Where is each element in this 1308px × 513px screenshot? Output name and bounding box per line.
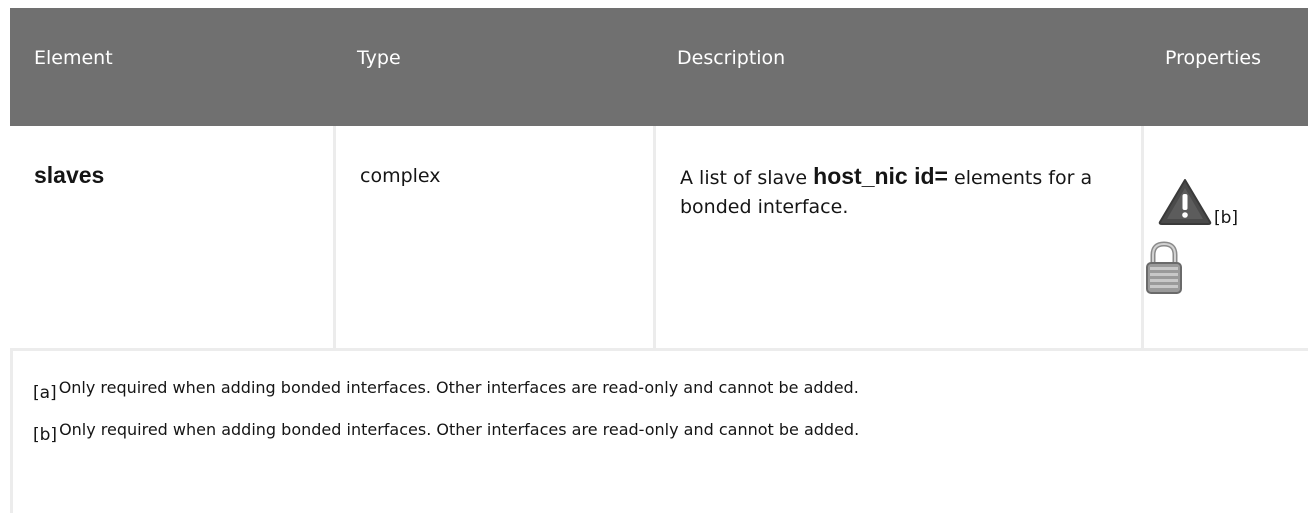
footnote-mark-a[interactable]: [a]	[33, 383, 57, 403]
lock-icon	[1144, 241, 1308, 304]
table-row: slaves complex A list of slave host_nic …	[10, 126, 1308, 351]
element-name: slaves	[34, 162, 105, 188]
footnote-a: [a] Only required when adding bonded inte…	[33, 378, 1308, 403]
cell-type: complex	[333, 126, 653, 348]
element-type: complex	[360, 165, 441, 187]
header-description: Description	[677, 47, 786, 69]
cell-element: slaves	[10, 126, 333, 348]
description-code: host_nic id=	[813, 163, 948, 189]
header-element: Element	[34, 47, 113, 69]
footnote-ref-b[interactable]: [b]	[1214, 204, 1238, 233]
footnote-mark-b[interactable]: [b]	[33, 425, 57, 445]
footnote-b: [b] Only required when adding bonded inte…	[33, 420, 1308, 445]
cell-description: A list of slave host_nic id= elements fo…	[653, 126, 1141, 348]
footnote-text-b: Only required when adding bonded interfa…	[59, 420, 860, 439]
footnotes: [a] Only required when adding bonded inte…	[10, 351, 1308, 513]
header-type: Type	[357, 47, 401, 69]
footnote-text-a: Only required when adding bonded interfa…	[58, 378, 859, 397]
description-prefix: A list of slave	[680, 167, 814, 189]
table-header: Element Type Description Properties	[10, 8, 1308, 126]
cell-properties: [b]	[1141, 126, 1308, 348]
warning-icon	[1158, 178, 1212, 235]
properties-table: Element Type Description Properties slav…	[10, 8, 1308, 351]
header-properties: Properties	[1165, 47, 1262, 69]
top-margin	[0, 0, 1308, 8]
warning-group: [b]	[1158, 178, 1308, 235]
